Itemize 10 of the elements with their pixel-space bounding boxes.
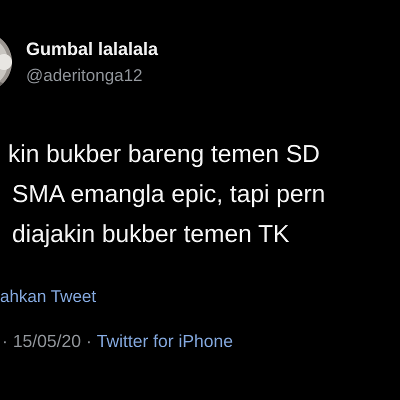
tweet-text-line: diajakin bukber temen TK (12, 220, 290, 249)
separator-dot: · (86, 331, 92, 352)
tweet-text-line: kin bukber bareng temen SD (8, 140, 321, 169)
translate-link[interactable]: ahkan Tweet (0, 287, 96, 307)
tweet-date: 15/05/20 (12, 331, 81, 352)
separator-dot: · (2, 331, 8, 352)
user-handle: @aderitonga12 (26, 66, 144, 86)
display-name: Gumbal lalalala (26, 38, 158, 60)
tweet-text-line: SMA emangla epic, tapi pern (12, 180, 326, 209)
source-link[interactable]: Twitter for iPhone (96, 331, 233, 352)
